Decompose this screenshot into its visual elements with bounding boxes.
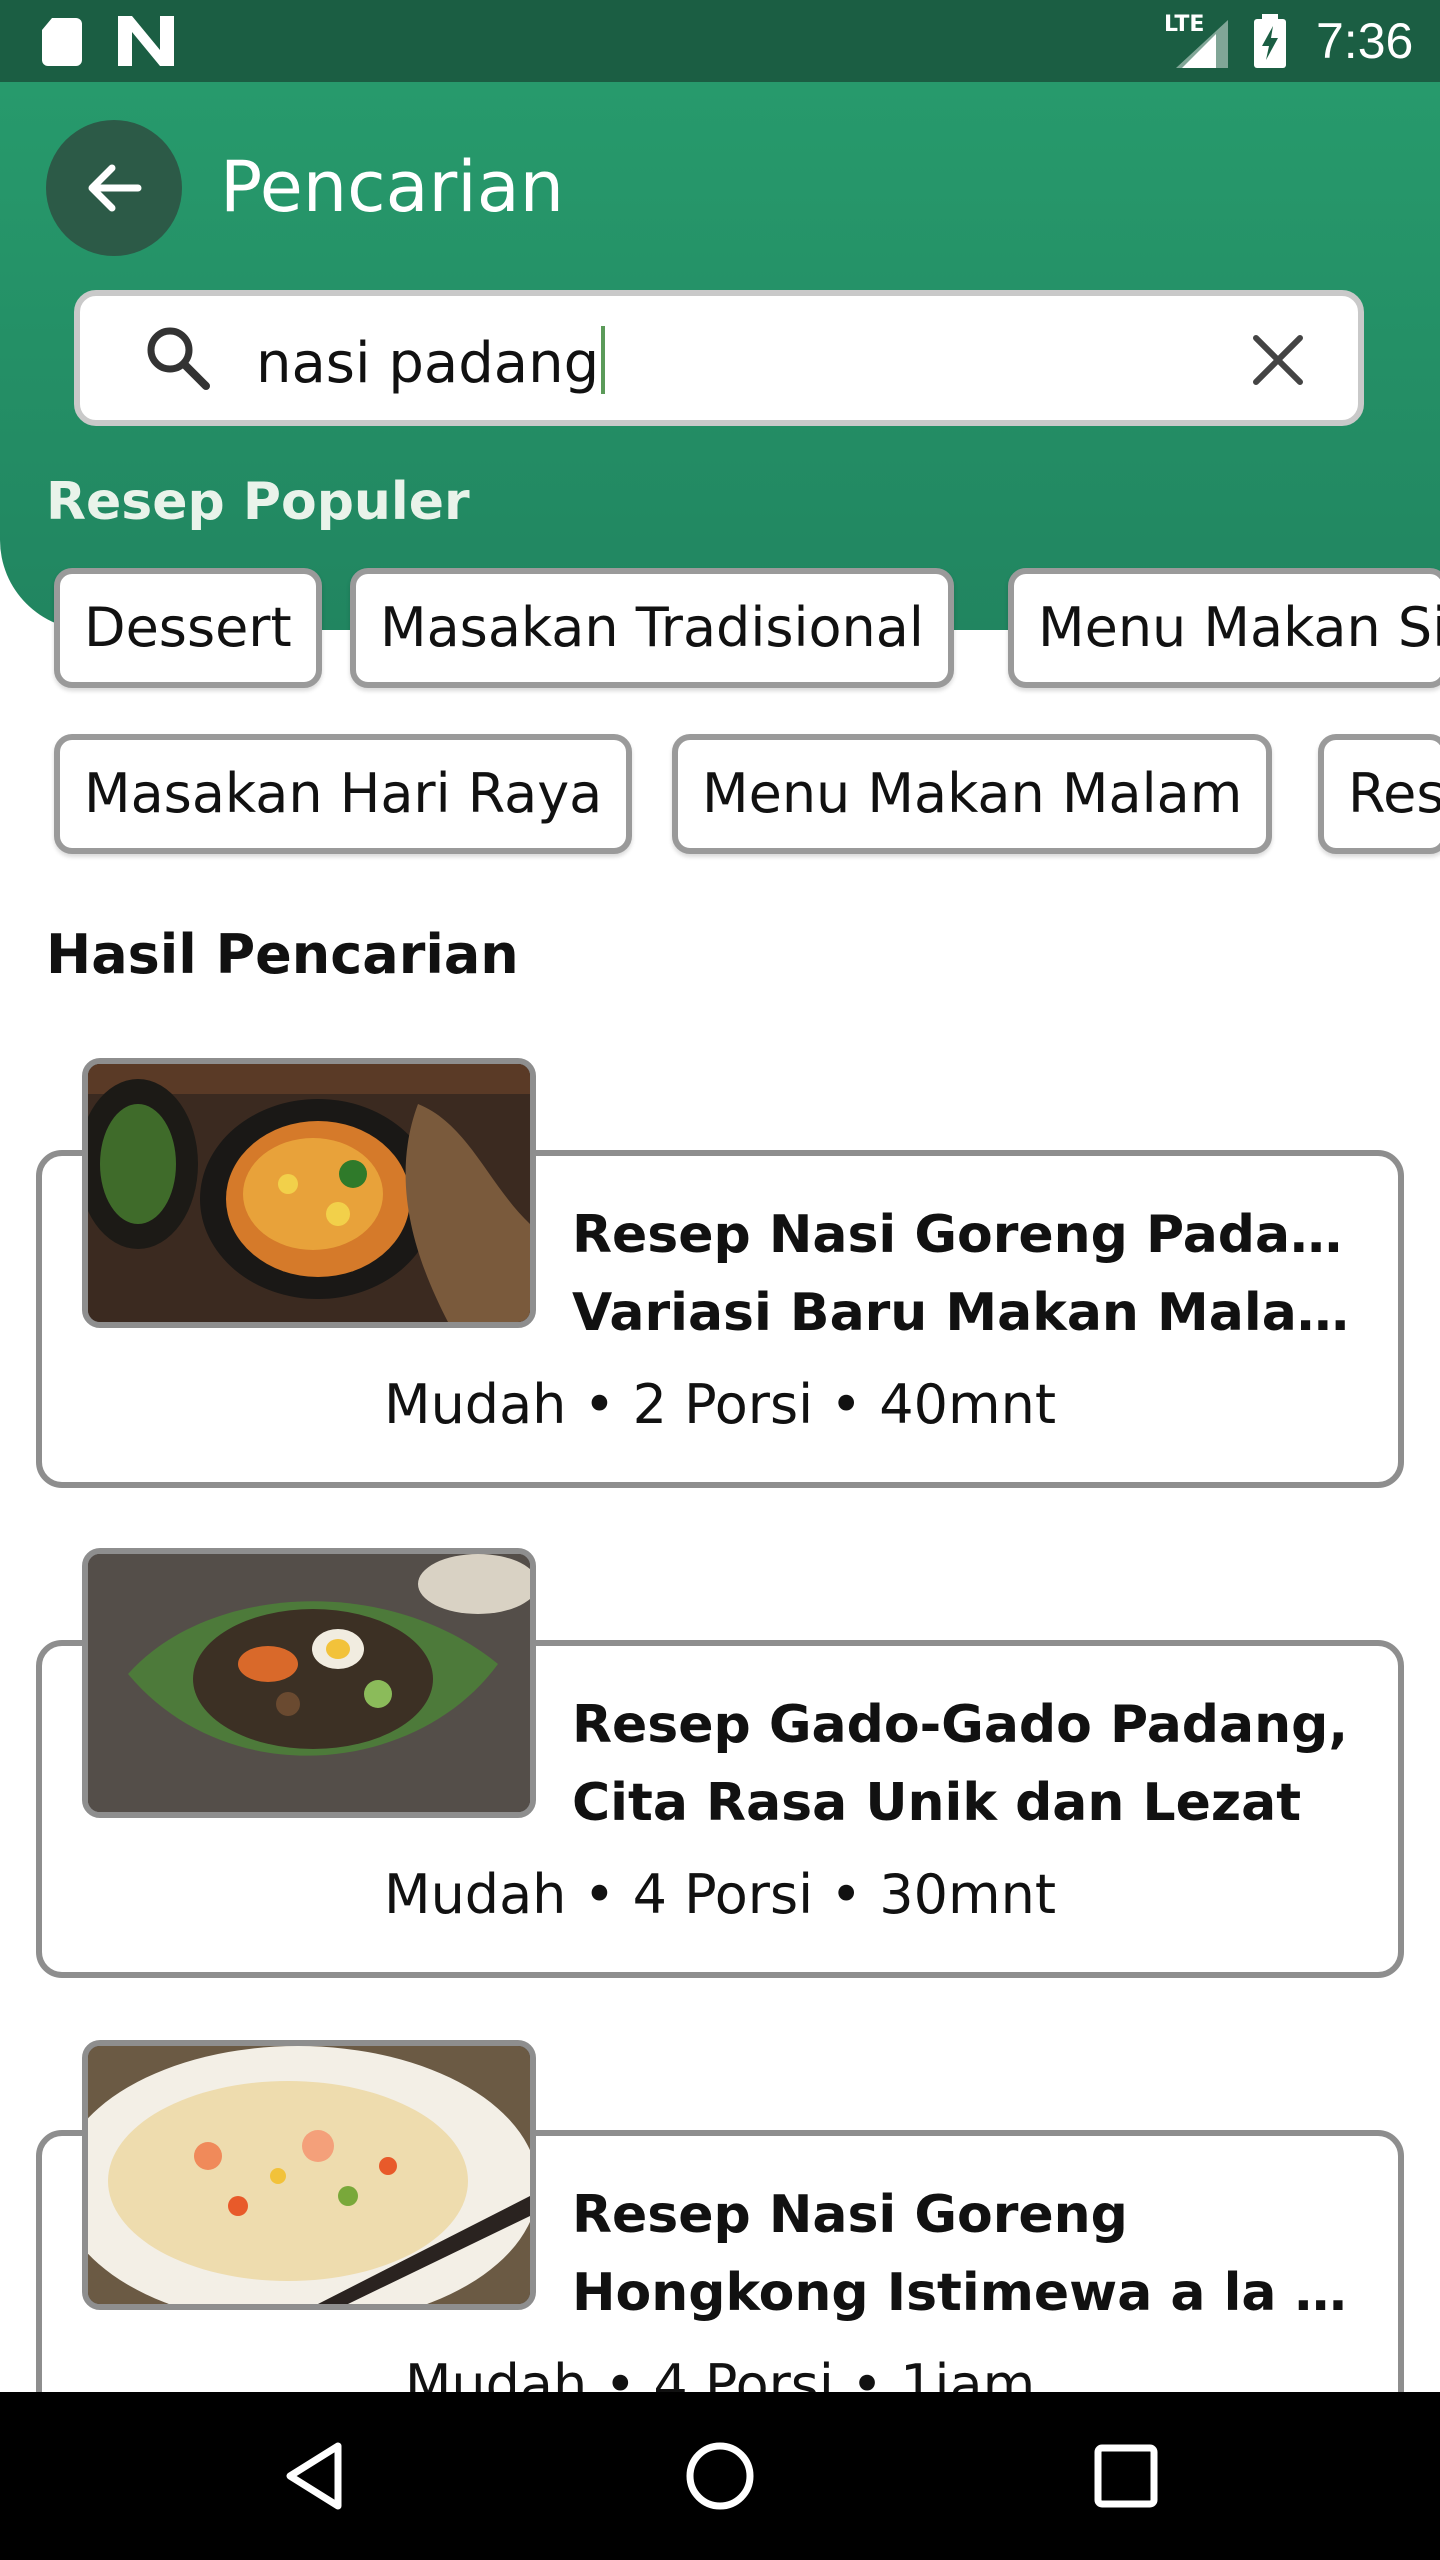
chip-menu-makan-siang[interactable]: Menu Makan Si <box>1008 568 1440 688</box>
popular-heading: Resep Populer <box>46 472 470 532</box>
chip-masakan-hari-raya[interactable]: Masakan Hari Raya <box>54 734 633 854</box>
page-title: Pencarian <box>220 146 565 228</box>
clock: 7:36 <box>1316 13 1414 69</box>
circle-home-icon[interactable] <box>680 2436 760 2516</box>
battery-charging-icon <box>1254 14 1286 68</box>
recipe-meta: Mudah • 4 Porsi • 30mnt <box>383 1863 1057 1926</box>
arrow-left-icon <box>88 164 142 212</box>
recipe-title: Resep Nasi Goreng Padang, Variasi Baru M… <box>572 1205 1372 1343</box>
notification-n-icon <box>118 16 174 66</box>
search-input[interactable]: nasi padang <box>74 290 1364 426</box>
recipe-image <box>82 2040 536 2310</box>
results-heading: Hasil Pencarian <box>46 923 519 986</box>
recipe-image <box>82 1058 536 1328</box>
chip-masakan-tradisional[interactable]: Masakan Tradisional <box>350 568 954 688</box>
recipe-meta: Mudah • 2 Porsi • 40mnt <box>383 1373 1057 1436</box>
search-icon <box>147 327 210 390</box>
back-button[interactable] <box>46 120 182 256</box>
triangle-back-icon[interactable] <box>276 2436 356 2516</box>
chip-menu-makan-malam[interactable]: Menu Makan Malam <box>672 734 1273 854</box>
navigation-bar <box>0 2392 1440 2560</box>
close-icon[interactable] <box>1248 330 1308 390</box>
text-cursor <box>601 326 606 394</box>
chip-resep[interactable]: Res <box>1318 734 1440 854</box>
search-query: nasi padang <box>256 326 606 397</box>
recipe-image <box>82 1548 536 1818</box>
signal-icon <box>1176 20 1228 68</box>
recipe-title: Resep Nasi Goreng Hongkong Istimewa a la… <box>572 2185 1372 2323</box>
sd-card-icon <box>42 18 82 66</box>
square-recents-icon[interactable] <box>1086 2436 1166 2516</box>
status-bar: LTE 7:36 <box>0 0 1440 82</box>
recipe-title: Resep Gado-Gado Padang, Cita Rasa Unik d… <box>572 1695 1349 1833</box>
chip-dessert[interactable]: Dessert <box>54 568 322 688</box>
